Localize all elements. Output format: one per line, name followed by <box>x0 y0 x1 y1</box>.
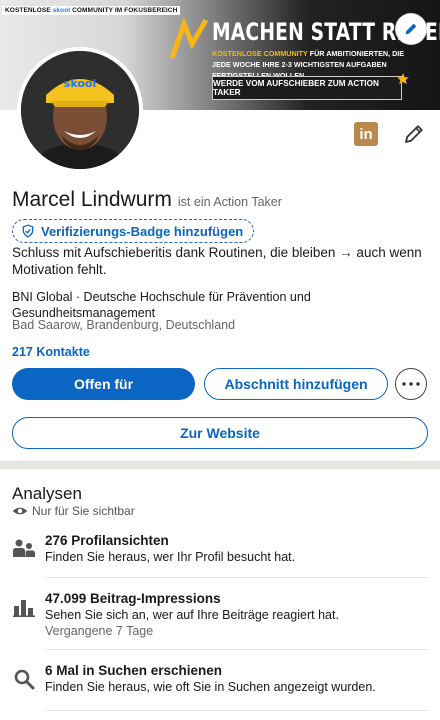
contacts-link[interactable]: 217 Kontakte <box>12 345 90 359</box>
banner-tag: KOSTENLOSE skool COMMUNITY IM FOKUSBEREI… <box>2 6 181 15</box>
website-button[interactable]: Zur Website <box>12 417 428 449</box>
metric-description: Finden Sie heraus, wer Ihr Profil besuch… <box>45 550 296 564</box>
analytics-item-search-appearances[interactable]: 6 Mal in Suchen erschienen Finden Sie he… <box>12 663 428 699</box>
edit-intro-pencil-icon[interactable] <box>402 122 426 146</box>
visibility-note: Nur für Sie sichtbar <box>12 504 135 518</box>
edit-banner-button[interactable] <box>396 14 426 44</box>
profile-headline: Schluss mit Aufschieberitis dank Routine… <box>12 245 422 277</box>
profile-education: BNI Global · Deutsche Hochschule für Prä… <box>12 290 311 320</box>
analytics-item-profile-views[interactable]: 276 Profilansichten Finden Sie heraus, w… <box>12 533 428 569</box>
name-row: Marcel Lindwurm ist ein Action Taker <box>12 188 282 212</box>
linkedin-icon[interactable]: in <box>354 122 378 146</box>
people-icon <box>13 539 35 557</box>
cap-logo-text: skool <box>64 77 96 90</box>
star-icon <box>397 73 409 85</box>
shield-check-icon <box>22 224 34 238</box>
analytics-title: Analysen <box>12 484 82 503</box>
add-section-button[interactable]: Abschnitt hinzufügen <box>204 368 388 400</box>
analytics-item-post-impressions[interactable]: 47.099 Beitrag-Impressions Sehen Sie sic… <box>12 591 428 638</box>
metric-description: Finden Sie heraus, wie oft Sie in Suchen… <box>45 680 376 694</box>
profile-location: Bad Saarow, Brandenburg, Deutschland <box>12 318 236 332</box>
metric-description: Sehen Sie sich an, wer auf Ihre Beiträge… <box>45 608 339 622</box>
verification-badge-button[interactable]: Verifizierungs-Badge hinzufügen <box>12 219 255 243</box>
metric-title: 6 Mal in Suchen erschienen <box>45 663 223 678</box>
bar-chart-icon <box>13 600 35 617</box>
profile-name: Marcel Lindwurm <box>12 188 172 211</box>
verification-badge-label: Verifizierungs-Badge hinzufügen <box>41 223 244 239</box>
banner-cta: WERDE VOM AUFSCHIEBER ZUM ACTION TAKER <box>212 76 402 100</box>
divider <box>45 649 428 650</box>
more-icon <box>402 382 420 386</box>
divider <box>45 710 428 711</box>
lightning-icon <box>170 18 209 59</box>
more-button[interactable] <box>395 368 427 400</box>
visibility-label: Nur für Sie sichtbar <box>32 504 135 518</box>
metric-period: Vergangene 7 Tage <box>45 624 154 638</box>
section-divider <box>0 461 440 469</box>
avatar[interactable]: skool <box>17 47 143 173</box>
search-icon <box>14 669 35 690</box>
eye-icon <box>12 507 28 515</box>
open-for-button[interactable]: Offen für <box>12 368 195 400</box>
divider <box>45 577 428 578</box>
pencil-icon <box>405 23 417 35</box>
profile-tagline: ist ein Action Taker <box>177 195 282 209</box>
metric-title: 47.099 Beitrag-Impressions <box>45 591 221 606</box>
metric-title: 276 Profilansichten <box>45 533 169 548</box>
